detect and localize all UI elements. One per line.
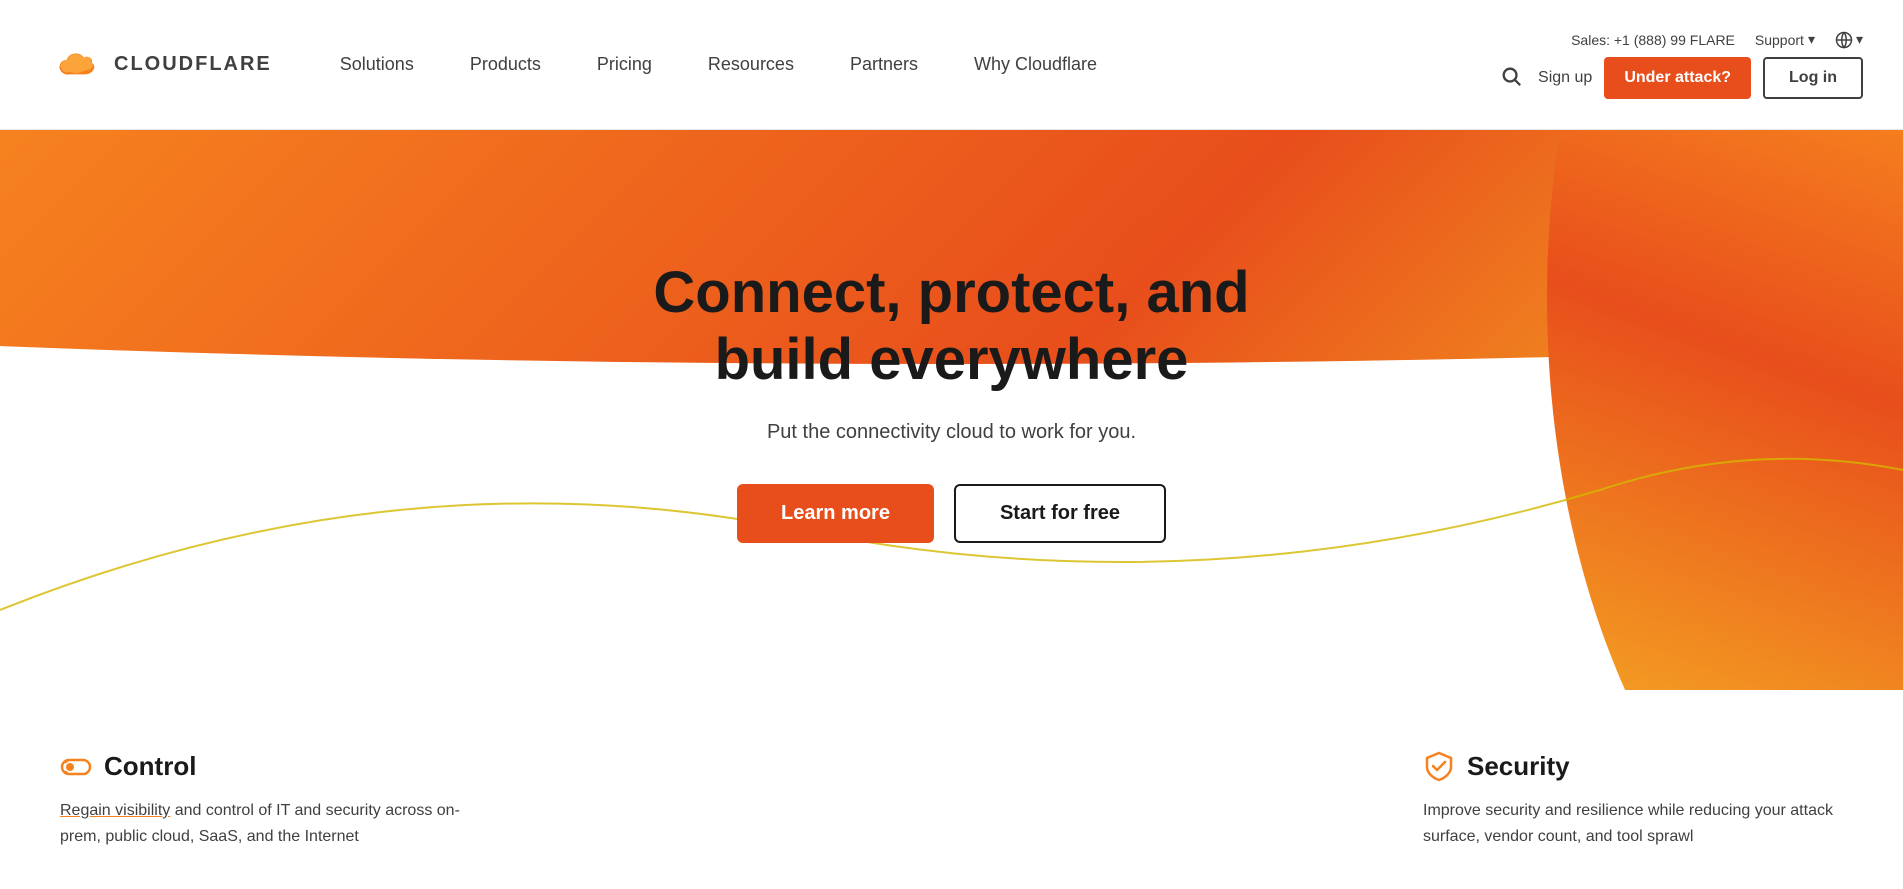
header: CLOUDFLARE Solutions Products Pricing Re… (0, 0, 1903, 130)
feature-control-text-highlight: Regain visibility (60, 802, 170, 819)
feature-control-title: Control (104, 751, 196, 782)
support-area: Sales: +1 (888) 99 FLARE Support ▾ ▾ (1571, 31, 1863, 49)
search-button[interactable] (1496, 61, 1526, 94)
logo-area[interactable]: CLOUDFLARE (40, 45, 272, 85)
feature-control-header: Control (60, 750, 480, 782)
header-actions: Sign up Under attack? Log in (1496, 57, 1863, 99)
signup-button[interactable]: Sign up (1538, 69, 1592, 87)
feature-security-text: Improve security and resilience while re… (1423, 798, 1843, 849)
hero-section: Connect, protect, and build everywhere P… (0, 130, 1903, 690)
nav-item-partners[interactable]: Partners (822, 0, 946, 130)
globe-icon-btn[interactable]: ▾ (1835, 31, 1863, 49)
nav-item-resources[interactable]: Resources (680, 0, 822, 130)
hero-content: Connect, protect, and build everywhere P… (0, 130, 1903, 543)
under-attack-button[interactable]: Under attack? (1604, 57, 1751, 99)
globe-chevron: ▾ (1856, 31, 1863, 48)
hero-title: Connect, protect, and build everywhere (653, 260, 1249, 393)
sales-text: Sales: +1 (888) 99 FLARE (1571, 32, 1735, 48)
main-nav: Solutions Products Pricing Resources Par… (312, 0, 1125, 130)
hero-subtitle: Put the connectivity cloud to work for y… (767, 421, 1136, 444)
security-icon (1423, 750, 1455, 782)
cloudflare-logo-icon (40, 45, 104, 85)
feature-security-title: Security (1467, 751, 1570, 782)
features-section: Control Regain visibility and control of… (0, 710, 1903, 889)
nav-item-solutions[interactable]: Solutions (312, 0, 442, 130)
start-free-button[interactable]: Start for free (954, 484, 1166, 543)
feature-control-text: Regain visibility and control of IT and … (60, 798, 480, 849)
search-icon (1500, 65, 1522, 87)
feature-security-header: Security (1423, 750, 1843, 782)
control-icon (60, 750, 92, 782)
nav-item-why-cloudflare[interactable]: Why Cloudflare (946, 0, 1125, 130)
nav-item-pricing[interactable]: Pricing (569, 0, 680, 130)
support-link[interactable]: Support ▾ (1755, 31, 1815, 48)
logo-text: CLOUDFLARE (114, 53, 272, 76)
learn-more-button[interactable]: Learn more (737, 484, 934, 543)
header-right: Sales: +1 (888) 99 FLARE Support ▾ ▾ (1496, 31, 1863, 99)
feature-security: Security Improve security and resilience… (1423, 750, 1843, 849)
hero-buttons: Learn more Start for free (737, 484, 1166, 543)
chevron-down-icon: ▾ (1808, 31, 1815, 48)
header-left: CLOUDFLARE Solutions Products Pricing Re… (40, 0, 1125, 130)
feature-control: Control Regain visibility and control of… (60, 750, 480, 849)
nav-item-products[interactable]: Products (442, 0, 569, 130)
login-button[interactable]: Log in (1763, 57, 1863, 99)
